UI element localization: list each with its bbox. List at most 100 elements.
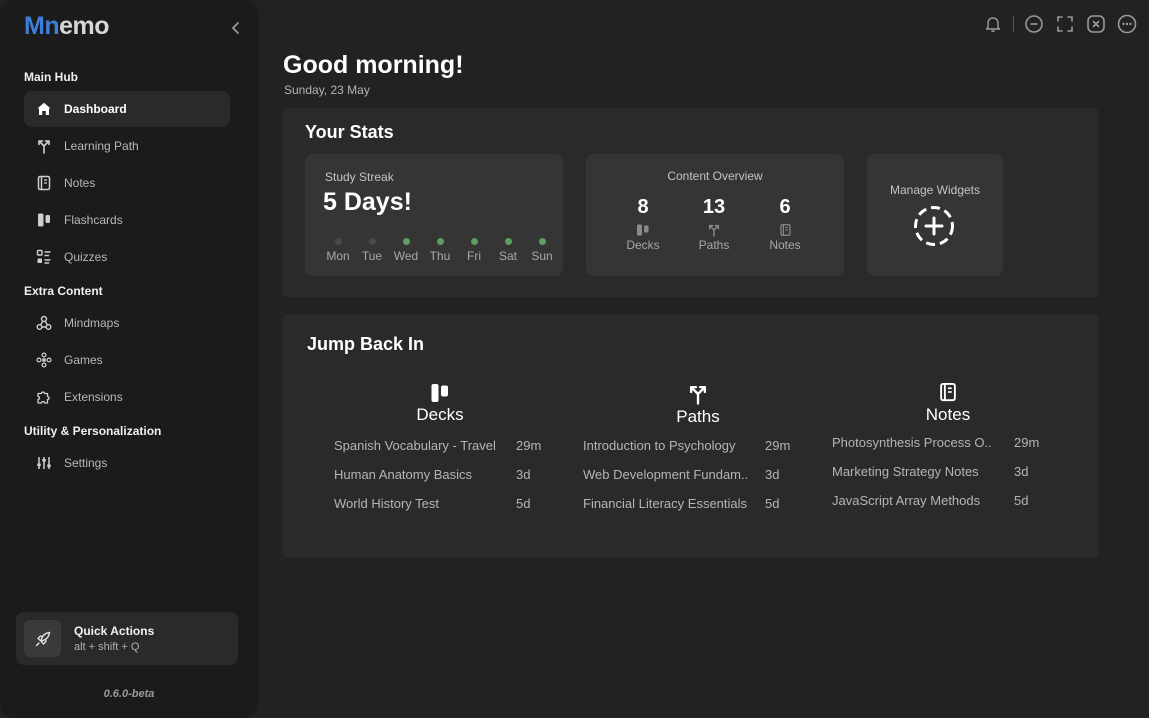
jump-item[interactable]: World History Test 5d [334, 496, 574, 511]
streak-day-label: Tue [361, 249, 383, 263]
jump-item-name: Spanish Vocabulary - Travel [334, 438, 496, 453]
streak-day-label: Sun [531, 249, 553, 263]
streak-day-label: Mon [326, 249, 350, 263]
quick-actions-title: Quick Actions [74, 624, 155, 638]
jump-item-time: 5d [765, 496, 780, 511]
more-options-button[interactable] [1116, 13, 1138, 35]
sidebar-item-label: Flashcards [64, 213, 123, 227]
add-circle-dashed-icon [914, 206, 954, 246]
jump-item-name: Introduction to Psychology [583, 438, 736, 453]
bell-icon [985, 17, 1001, 32]
sidebar-item-label: Dashboard [64, 102, 127, 116]
section-title-extra-content: Extra Content [24, 284, 103, 298]
sidebar-item-quizzes[interactable]: Quizzes [24, 239, 230, 275]
jump-item[interactable]: Photosynthesis Process O.. 29m [832, 435, 1072, 450]
collapse-sidebar-button[interactable] [226, 18, 246, 38]
sidebar-item-extensions[interactable]: Extensions [24, 379, 230, 415]
toolbar-divider [1013, 16, 1014, 32]
jump-item-time: 5d [1014, 493, 1029, 508]
sidebar-item-games[interactable]: Games [24, 342, 230, 378]
path-icon [689, 385, 707, 405]
minimize-button[interactable] [1023, 13, 1045, 35]
jump-item-time: 29m [1014, 435, 1040, 450]
jump-item[interactable]: Human Anatomy Basics 3d [334, 467, 574, 482]
study-streak-card: Study Streak 5 Days! Mon Tue Wed Thu Fri Sat S… [305, 154, 563, 276]
jump-item[interactable]: Introduction to Psychology 29m [583, 438, 823, 453]
jump-heading-label: Notes [925, 405, 971, 424]
current-date: Sunday, 23 May [284, 83, 370, 97]
sidebar-item-flashcards[interactable]: Flashcards [24, 202, 230, 238]
quick-actions-button[interactable]: Quick Actions alt + shift + Q [16, 612, 238, 665]
streak-title: Study Streak [325, 170, 394, 184]
sidebar-item-settings[interactable]: Settings [24, 445, 230, 481]
jump-heading-paths: Paths [618, 383, 778, 427]
path-icon [707, 223, 721, 237]
streak-dot [402, 238, 410, 245]
sidebar-item-label: Learning Path [64, 139, 139, 153]
notebook-icon [940, 382, 956, 402]
minimize-icon [1025, 15, 1043, 33]
streak-day-wed: Wed [389, 238, 423, 263]
manage-widgets-card: Manage Widgets [867, 154, 1003, 276]
sidebar-item-dashboard[interactable]: Dashboard [24, 91, 230, 127]
streak-dot [368, 238, 376, 245]
jump-item[interactable]: Spanish Vocabulary - Travel 29m [334, 438, 574, 453]
streak-days: Mon Tue Wed Thu Fri Sat Sun [321, 238, 559, 263]
streak-day-label: Sat [498, 249, 517, 263]
jump-item[interactable]: Web Development Fundam.. 3d [583, 467, 823, 482]
rocket-icon [24, 620, 61, 657]
jump-item[interactable]: JavaScript Array Methods 5d [832, 493, 1072, 508]
jump-item[interactable]: Financial Literacy Essentials 5d [583, 496, 823, 511]
jump-heading-notes: Notes [868, 381, 1028, 425]
overview-decks: 8 Decks [613, 196, 673, 252]
add-widget-button[interactable] [913, 205, 955, 247]
quick-actions-shortcut: alt + shift + Q [74, 641, 140, 653]
jump-back-in-title: Jump Back In [307, 334, 425, 354]
streak-day-label: Fri [467, 249, 481, 263]
streak-day-tue: Tue [355, 238, 389, 263]
mindmap-icon [36, 315, 52, 331]
logo-part-emo: emo [59, 12, 110, 40]
notebook-icon [36, 175, 52, 191]
jump-item-name: Photosynthesis Process O.. [832, 435, 992, 450]
sidebar-item-learning-path[interactable]: Learning Path [24, 128, 230, 164]
fullscreen-button[interactable] [1054, 13, 1076, 35]
jump-item-name: World History Test [334, 496, 439, 511]
puzzle-icon [36, 389, 52, 405]
list-icon [36, 249, 52, 265]
close-icon [1087, 15, 1105, 33]
streak-day-mon: Mon [321, 238, 355, 263]
manage-widgets-title: Manage Widgets [889, 183, 981, 197]
streak-value: 5 Days! [323, 188, 412, 216]
streak-day-fri: Fri [457, 238, 491, 263]
jump-item-name: JavaScript Array Methods [832, 493, 981, 508]
section-title-main-hub: Main Hub [24, 70, 78, 84]
logo-part-mn: Mn [24, 12, 60, 40]
jump-heading-decks: Decks [360, 383, 520, 425]
streak-dot [470, 238, 478, 245]
streak-day-label: Wed [393, 249, 419, 263]
sidebar-item-label: Notes [64, 176, 96, 190]
sidebar-item-mindmaps[interactable]: Mindmaps [24, 305, 230, 341]
jump-item-name: Human Anatomy Basics [334, 467, 473, 482]
sliders-icon [36, 455, 52, 471]
path-icon [36, 138, 52, 154]
overview-paths-label: Paths [698, 238, 730, 252]
jump-item-time: 3d [1014, 464, 1029, 479]
jump-item-name: Web Development Fundam.. [583, 467, 749, 482]
streak-dot [538, 238, 546, 245]
sidebar-item-notes[interactable]: Notes [24, 165, 230, 201]
close-window-button[interactable] [1085, 13, 1107, 35]
jump-item[interactable]: Marketing Strategy Notes 3d [832, 464, 1072, 479]
chevron-left-icon [232, 22, 239, 34]
gamepad-icon [36, 352, 52, 368]
home-icon [36, 101, 52, 117]
notifications-button[interactable] [982, 13, 1004, 35]
more-icon [1117, 14, 1137, 34]
jump-item-time: 5d [516, 496, 531, 511]
overview-notes-count: 6 [779, 196, 791, 218]
app-version: 0.6.0-beta [103, 688, 155, 700]
jump-item-time: 29m [516, 438, 542, 453]
notebook-icon [779, 223, 792, 237]
content-overview-card: Content Overview 8 Decks 13 Paths 6 Note… [586, 154, 844, 276]
